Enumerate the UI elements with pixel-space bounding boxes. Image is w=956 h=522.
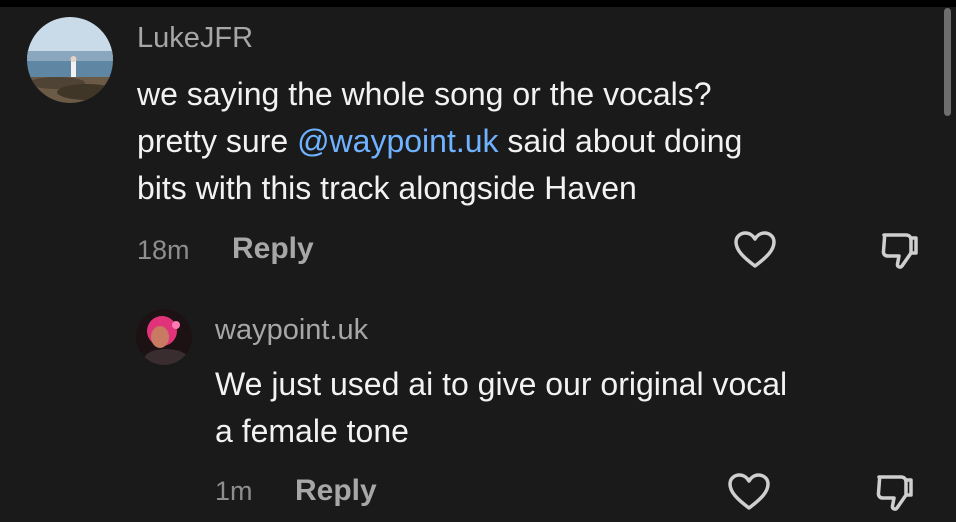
like-button[interactable] bbox=[733, 230, 777, 270]
heart-outline-icon bbox=[734, 231, 776, 268]
comment-text-segment: pretty sure bbox=[137, 123, 298, 159]
comment-text-segment: said about doing bbox=[498, 123, 743, 159]
comment-line: we saying the whole song or the vocals? bbox=[137, 76, 712, 112]
mention-link[interactable]: @waypoint.uk bbox=[297, 123, 498, 159]
comment-username[interactable]: LukeJFR bbox=[137, 21, 253, 55]
comment-line: bits with this track alongside Haven bbox=[137, 170, 637, 206]
comment-username[interactable]: waypoint.uk bbox=[215, 313, 368, 347]
comment-line: a female tone bbox=[215, 413, 409, 449]
dislike-button[interactable] bbox=[878, 229, 922, 271]
comment-line: We just used ai to give our original voc… bbox=[215, 366, 788, 402]
thumbs-down-outline-icon bbox=[881, 233, 918, 269]
like-button[interactable] bbox=[727, 472, 771, 512]
avatar-photo-seaside bbox=[27, 17, 113, 103]
comment-text: we saying the whole song or the vocals? … bbox=[137, 71, 742, 212]
comment-line: pretty sure @waypoint.uk said about doin… bbox=[137, 118, 742, 165]
top-edge-bar bbox=[0, 0, 956, 7]
avatar[interactable] bbox=[136, 309, 192, 365]
comment-timestamp: 18m bbox=[137, 235, 190, 265]
comment-timestamp: 1m bbox=[215, 476, 253, 506]
thumbs-down-outline-icon bbox=[876, 475, 913, 511]
scrollbar-thumb[interactable] bbox=[944, 8, 951, 116]
comment-text: We just used ai to give our original voc… bbox=[215, 361, 787, 455]
heart-outline-icon bbox=[728, 473, 770, 510]
avatar-photo-pink-hair bbox=[136, 309, 192, 365]
avatar[interactable] bbox=[27, 17, 113, 103]
reply-button[interactable]: Reply bbox=[295, 474, 377, 508]
reply-button[interactable]: Reply bbox=[232, 232, 314, 266]
dislike-button[interactable] bbox=[873, 471, 917, 513]
